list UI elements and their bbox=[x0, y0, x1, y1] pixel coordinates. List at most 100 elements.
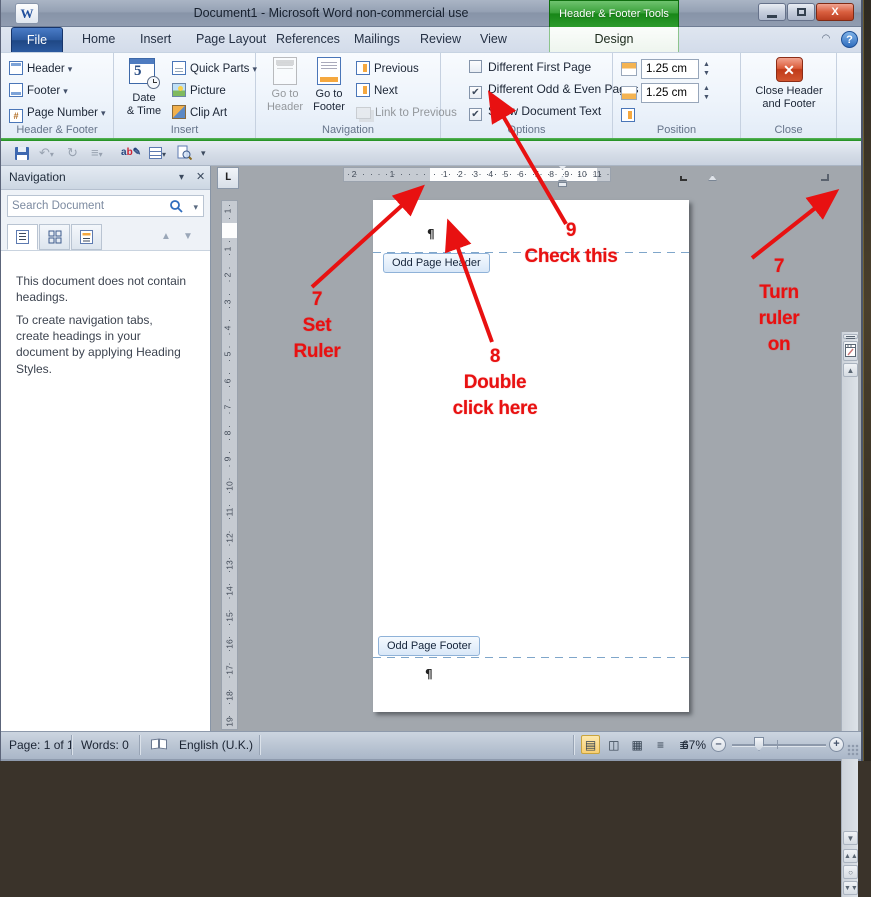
previous-page-button[interactable]: ▲▲ bbox=[843, 849, 858, 863]
spelling-grammar-icon[interactable]: ab✎ bbox=[121, 145, 141, 161]
vertical-ruler[interactable]: 1 12345678910111213141516171819 bbox=[221, 200, 238, 730]
header-from-top-input[interactable] bbox=[641, 59, 699, 79]
tab-browse-pages[interactable] bbox=[39, 224, 70, 250]
page-count[interactable]: Page: 1 of 1 bbox=[9, 738, 74, 752]
scroll-down-icon[interactable]: ▼ bbox=[843, 831, 858, 845]
document-page[interactable]: ¶ Odd Page Header Odd Page Footer ¶ bbox=[373, 200, 689, 712]
footer-button[interactable]: Footer▾ bbox=[9, 81, 68, 101]
ruler-toggle-icon bbox=[845, 344, 856, 357]
date-time-icon: 5 bbox=[128, 57, 160, 89]
odd-page-footer-tab[interactable]: Odd Page Footer bbox=[378, 636, 480, 656]
ruler-number: 9 bbox=[222, 457, 232, 462]
resize-grip[interactable] bbox=[847, 744, 859, 756]
customize-qat-icon[interactable]: ▾ bbox=[201, 145, 206, 161]
navigation-pane-body: This document does not contain headings.… bbox=[1, 250, 210, 731]
tab-browse-results[interactable] bbox=[71, 224, 102, 250]
pane-menu-icon[interactable]: ▾ bbox=[179, 172, 184, 183]
zoom-out-button[interactable]: – bbox=[711, 737, 726, 752]
help-button[interactable]: ? bbox=[841, 31, 858, 48]
tab-home[interactable]: Home bbox=[69, 27, 128, 52]
minimize-button[interactable] bbox=[758, 3, 786, 21]
view-ruler-toggle-button[interactable] bbox=[843, 341, 858, 361]
ruler-number: 6 bbox=[222, 378, 232, 383]
tab-insert[interactable]: Insert bbox=[127, 27, 184, 52]
maximize-button[interactable] bbox=[787, 3, 815, 21]
date-time-button[interactable]: 5 Date& Time bbox=[122, 57, 166, 118]
page-number-button[interactable]: #Page Number▾ bbox=[9, 103, 106, 123]
status-bar: Page: 1 of 1 Words: 0 English (U.K.) ▤ ◫… bbox=[1, 731, 861, 759]
header-position-icon bbox=[621, 62, 637, 76]
minimize-ribbon-icon[interactable]: ◠ bbox=[819, 34, 833, 46]
tab-stop-selector[interactable]: L bbox=[217, 167, 239, 189]
next-page-button[interactable]: ▼▼ bbox=[843, 881, 858, 895]
table-properties-icon[interactable]: ▾ bbox=[149, 145, 166, 161]
outline-view-button[interactable]: ≡ bbox=[651, 735, 670, 754]
ruler-number: 18 bbox=[225, 691, 235, 700]
zoom-slider-thumb[interactable] bbox=[754, 737, 764, 751]
insert-alignment-tab-button[interactable] bbox=[621, 106, 639, 126]
zoom-level[interactable]: 67% bbox=[682, 738, 706, 752]
tab-review[interactable]: Review bbox=[407, 27, 474, 52]
spinner-control[interactable]: ▲▼ bbox=[700, 60, 713, 78]
select-browse-object-button[interactable]: ○ bbox=[843, 865, 858, 879]
alignment-tab-icon bbox=[621, 108, 635, 122]
horizontal-ruler[interactable]: 21 1234567891011 bbox=[343, 167, 611, 182]
vertical-scrollbar[interactable]: ▲ ▼ ▲▲ ○ ▼▼ bbox=[841, 332, 858, 897]
right-indent-marker[interactable] bbox=[708, 175, 717, 181]
ruler-number: 9 bbox=[564, 169, 569, 179]
print-preview-icon[interactable] bbox=[177, 145, 192, 161]
undo-icon[interactable]: ↶▾ bbox=[39, 145, 54, 161]
word-count[interactable]: Words: 0 bbox=[81, 738, 129, 752]
quick-parts-icon bbox=[172, 61, 186, 75]
quick-parts-button[interactable]: Quick Parts▾ bbox=[172, 59, 257, 79]
redo-icon[interactable]: ↻ bbox=[67, 145, 78, 161]
footer-from-bottom-input[interactable] bbox=[641, 83, 699, 103]
left-indent-marker[interactable] bbox=[558, 182, 567, 187]
go-to-footer-button[interactable]: Go toFooter bbox=[308, 57, 350, 114]
pane-close-icon[interactable]: ✕ bbox=[196, 170, 205, 183]
checkbox-checked-icon: ✔ bbox=[469, 108, 482, 121]
ruler-number: 15 bbox=[225, 612, 235, 621]
zoom-slider-track[interactable] bbox=[732, 744, 826, 746]
previous-button[interactable]: Previous bbox=[356, 59, 419, 79]
language-status[interactable]: English (U.K.) bbox=[179, 738, 253, 752]
full-screen-reading-view-button[interactable]: ◫ bbox=[604, 735, 623, 754]
picture-button[interactable]: Picture bbox=[172, 81, 226, 101]
tab-file[interactable]: File bbox=[11, 27, 63, 52]
different-first-page-checkbox[interactable]: Different First Page bbox=[469, 60, 591, 76]
save-icon[interactable] bbox=[15, 147, 29, 160]
close-window-button[interactable]: X bbox=[816, 3, 854, 21]
paragraph-settings-icon[interactable]: ≡▾ bbox=[91, 145, 103, 161]
tab-references[interactable]: References bbox=[263, 27, 353, 52]
ruler-number: 2 bbox=[458, 169, 463, 179]
quick-access-toolbar: ↶▾ ↻ ≡▾ ab✎ ▾ ▾ bbox=[1, 141, 861, 166]
scroll-up-icon[interactable]: ▲ bbox=[843, 363, 858, 377]
tab-mailings[interactable]: Mailings bbox=[341, 27, 413, 52]
show-document-text-checkbox[interactable]: ✔Show Document Text bbox=[469, 104, 601, 120]
next-heading-icon[interactable]: ▼ bbox=[183, 231, 193, 242]
odd-page-header-tab[interactable]: Odd Page Header bbox=[383, 253, 490, 273]
go-to-header-button[interactable]: Go toHeader bbox=[264, 57, 306, 114]
search-icon[interactable] bbox=[169, 199, 183, 218]
zoom-in-button[interactable]: + bbox=[829, 737, 844, 752]
web-layout-view-button[interactable]: ▦ bbox=[628, 735, 647, 754]
tab-browse-headings[interactable] bbox=[7, 224, 38, 250]
chevron-down-icon: ▾ bbox=[68, 64, 73, 74]
tab-design[interactable]: Design bbox=[549, 27, 679, 52]
print-layout-view-button[interactable]: ▤ bbox=[581, 735, 600, 754]
tab-view[interactable]: View bbox=[467, 27, 520, 52]
center-tab-stop-marker[interactable] bbox=[680, 176, 687, 181]
split-window-handle[interactable] bbox=[843, 334, 858, 339]
search-options-icon[interactable]: ▾ bbox=[193, 202, 198, 213]
search-input[interactable] bbox=[12, 197, 162, 215]
previous-heading-icon[interactable]: ▲ bbox=[161, 231, 171, 242]
next-button[interactable]: Next bbox=[356, 81, 398, 101]
clip-art-button[interactable]: Clip Art bbox=[172, 103, 227, 123]
group-position: ▲▼ ▲▼ Position bbox=[613, 53, 741, 139]
spinner-control[interactable]: ▲▼ bbox=[700, 84, 713, 102]
table-grid-icon bbox=[149, 147, 162, 159]
proofing-status-icon[interactable] bbox=[151, 739, 167, 751]
close-header-footer-button[interactable]: ✕ Close Headerand Footer bbox=[751, 57, 827, 111]
header-button[interactable]: Header▾ bbox=[9, 59, 72, 79]
previous-icon bbox=[356, 61, 370, 75]
